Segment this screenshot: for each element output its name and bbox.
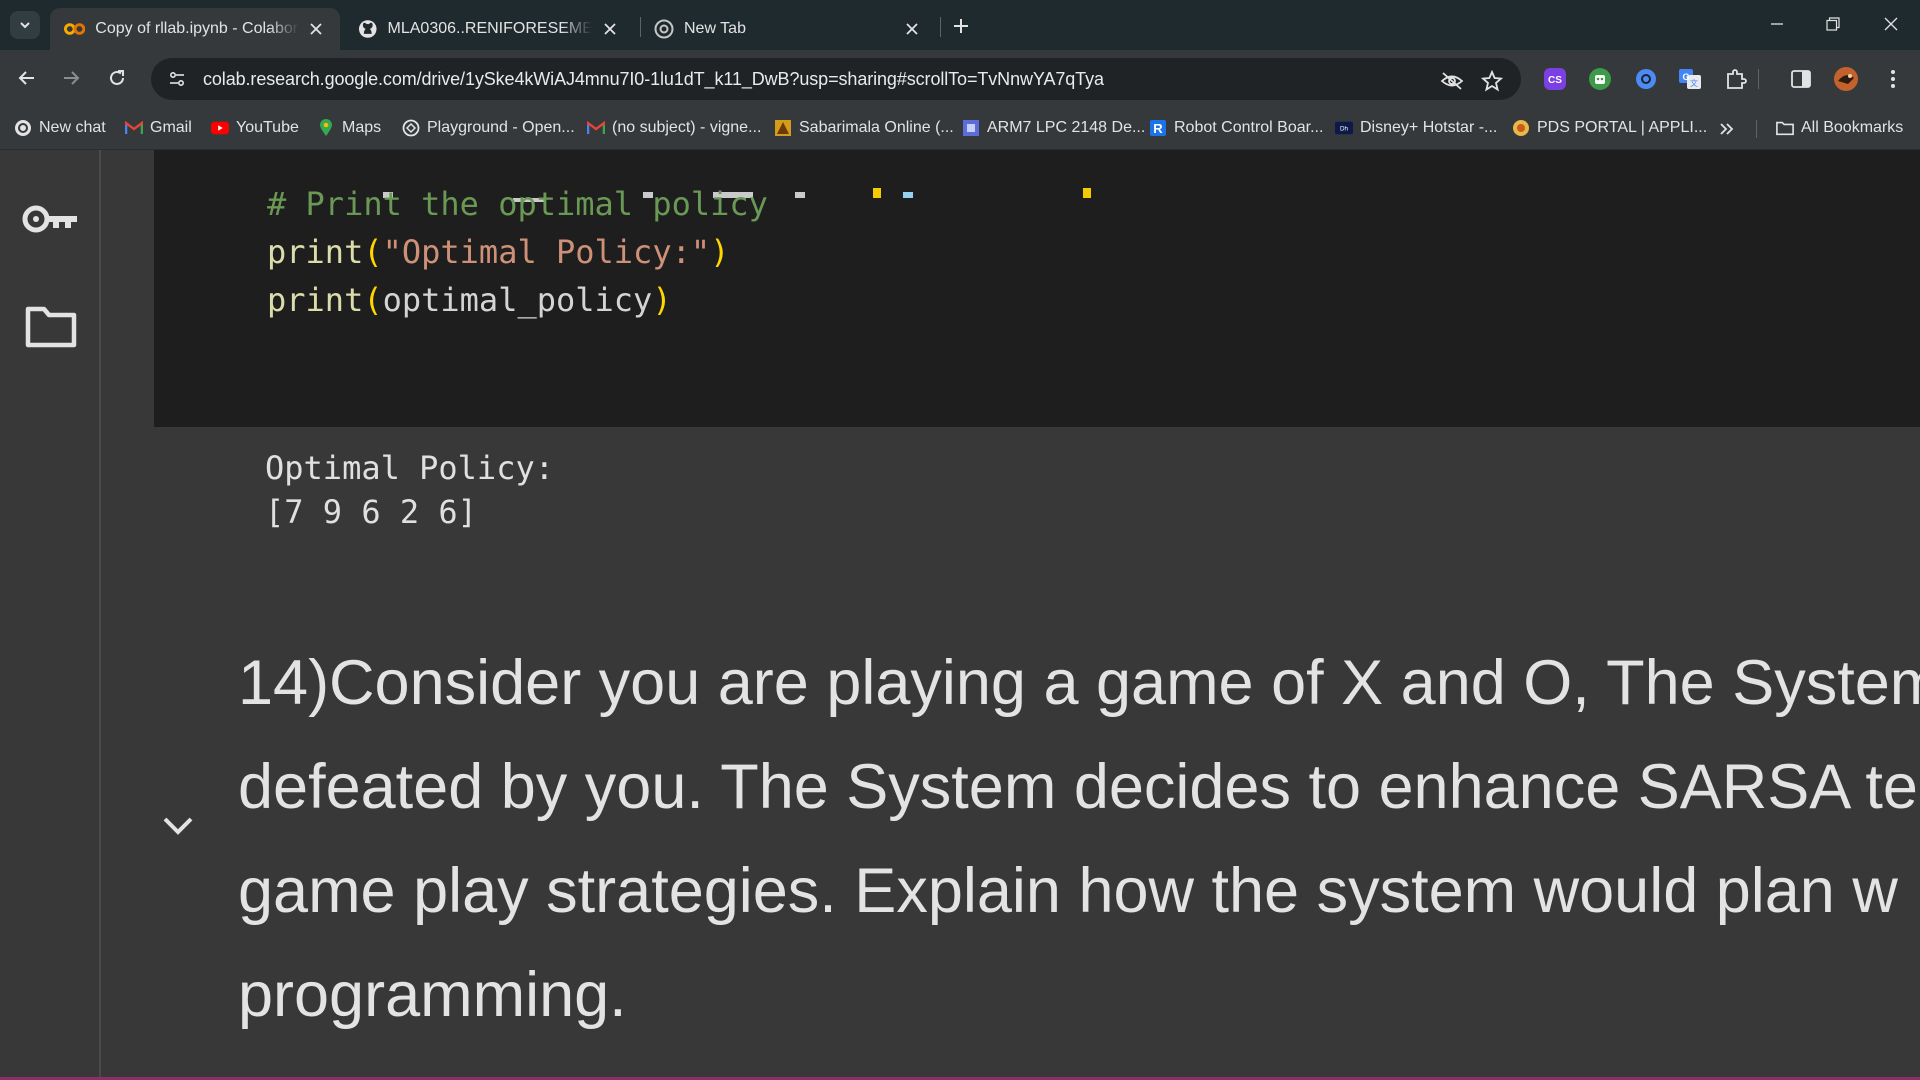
tab-github[interactable]: MLA0306..RENIFORESEMENT-LAB (344, 8, 634, 50)
hotstar-icon: Dh (1335, 119, 1353, 137)
notebook-page: # Print the optimal policy print("Optima… (0, 150, 1920, 1080)
code-line-print-policy: print(optimal_policy) (267, 281, 672, 319)
google-translate-icon[interactable]: G文 (1677, 66, 1703, 92)
tab-new-tab[interactable]: New Tab (640, 8, 940, 50)
svg-text:文: 文 (1690, 78, 1698, 88)
cell-output-line: [7 9 6 2 6] (265, 493, 477, 531)
chevron-double-right-icon[interactable] (1716, 118, 1738, 140)
close-icon[interactable] (307, 19, 326, 39)
star-icon[interactable] (1480, 69, 1504, 93)
plus-icon (954, 19, 968, 33)
address-bar[interactable]: colab.research.google.com/drive/1ySke4kW… (151, 58, 1521, 100)
all-bookmarks-label: All Bookmarks (1801, 119, 1904, 136)
folder-icon (1776, 119, 1794, 137)
svg-text:R: R (1153, 121, 1163, 136)
markdown-line: programming. (238, 960, 627, 1030)
bookmark-hotstar[interactable]: Dh Disney+ Hotstar -... (1335, 116, 1497, 140)
tab-separator (940, 17, 941, 37)
url-text: colab.research.google.com/drive/1ySke4kW… (203, 68, 1104, 89)
tab-title: Copy of rllab.ipynb - Colaboratory (95, 20, 299, 37)
arrow-right-icon (64, 71, 80, 85)
chevron-down-icon (20, 22, 30, 29)
close-icon (1884, 17, 1898, 31)
markdown-line: game play strategies. Explain how the sy… (238, 856, 1898, 926)
tab-colab[interactable]: Copy of rllab.ipynb - Colaboratory (50, 8, 340, 50)
minimize-icon (1771, 23, 1783, 25)
arrow-left-icon (18, 71, 34, 85)
reload-button[interactable] (101, 62, 133, 94)
site-info-icon[interactable] (157, 58, 197, 100)
bookmark-gmail[interactable]: Gmail (125, 116, 192, 140)
markdown-cell-text[interactable]: 14)Consider you are playing a game of X … (238, 631, 1920, 1047)
side-panel-icon[interactable] (1788, 66, 1814, 92)
bookmark-label: PDS PORTAL | APPLI... (1537, 119, 1708, 136)
browser-toolbar: colab.research.google.com/drive/1ySke4kW… (0, 50, 1920, 106)
new-tab-button[interactable] (946, 11, 976, 41)
folder-icon[interactable] (22, 302, 80, 352)
eye-off-icon[interactable] (1440, 69, 1464, 93)
close-icon[interactable] (600, 19, 620, 39)
openai-icon (14, 119, 32, 137)
robot-icon: R (1149, 119, 1167, 137)
tab-search-button[interactable] (10, 11, 40, 39)
bookmark-pds-portal[interactable]: PDS PORTAL | APPLI... (1512, 116, 1707, 140)
section-collapse-button[interactable] (158, 806, 198, 846)
gmail-icon (125, 119, 143, 137)
bookmark-label: Disney+ Hotstar -... (1360, 119, 1498, 136)
tab-title: MLA0306..RENIFORESEMENT-LAB (387, 20, 593, 37)
close-window-button[interactable] (1868, 6, 1914, 42)
restore-icon (1826, 17, 1840, 31)
reload-icon (110, 70, 124, 85)
restore-button[interactable] (1810, 6, 1856, 42)
tab-strip: Copy of rllab.ipynb - Colaboratory MLA03… (0, 0, 1920, 50)
all-bookmarks[interactable]: All Bookmarks (1776, 116, 1903, 140)
forward-button[interactable] (55, 62, 87, 94)
tab-title: New Tab (684, 20, 746, 37)
bookmark-label: Gmail (150, 119, 192, 136)
toolbar-separator (1757, 66, 1759, 92)
extensions-puzzle-icon[interactable] (1723, 66, 1749, 92)
key-icon[interactable] (22, 194, 80, 244)
code-cell[interactable]: # Print the optimal policy print("Optima… (154, 150, 1920, 427)
bookmark-label: Robot Control Boar... (1174, 119, 1324, 136)
close-icon[interactable] (902, 19, 922, 39)
github-icon (358, 20, 377, 38)
back-button[interactable] (11, 62, 43, 94)
left-sidebar (0, 150, 101, 1080)
cell-output-line: Optimal Policy: (265, 449, 554, 487)
chevron-down-icon (163, 817, 193, 835)
pds-icon (1512, 119, 1530, 137)
code-line-print-label: print("Optimal Policy:") (267, 233, 730, 271)
more-vert-icon[interactable] (1880, 66, 1906, 92)
svg-text:CS: CS (1548, 75, 1562, 86)
extension-green-icon[interactable] (1587, 66, 1613, 92)
markdown-line: 14)Consider you are playing a game of X … (238, 648, 1920, 718)
extension-cs-icon[interactable]: CS (1542, 66, 1568, 92)
youtube-icon (211, 119, 229, 137)
bookmark-label: New chat (39, 119, 106, 136)
colab-icon (64, 23, 86, 35)
bookmark-robot-control[interactable]: R Robot Control Boar... (1149, 116, 1323, 140)
minimize-button[interactable] (1754, 6, 1800, 42)
extension-blue-circle-icon[interactable] (1633, 66, 1659, 92)
code-line-comment: # Print the optimal policy (267, 185, 768, 223)
chrome-icon (654, 19, 674, 39)
svg-text:Dh: Dh (1340, 126, 1349, 133)
svg-text:G: G (1682, 72, 1689, 82)
bookmark-new-chat[interactable]: New chat (14, 116, 106, 140)
profile-avatar[interactable] (1833, 66, 1859, 92)
markdown-line: defeated by you. The System decides to e… (238, 752, 1918, 822)
bookmarks-separator (1756, 120, 1757, 138)
